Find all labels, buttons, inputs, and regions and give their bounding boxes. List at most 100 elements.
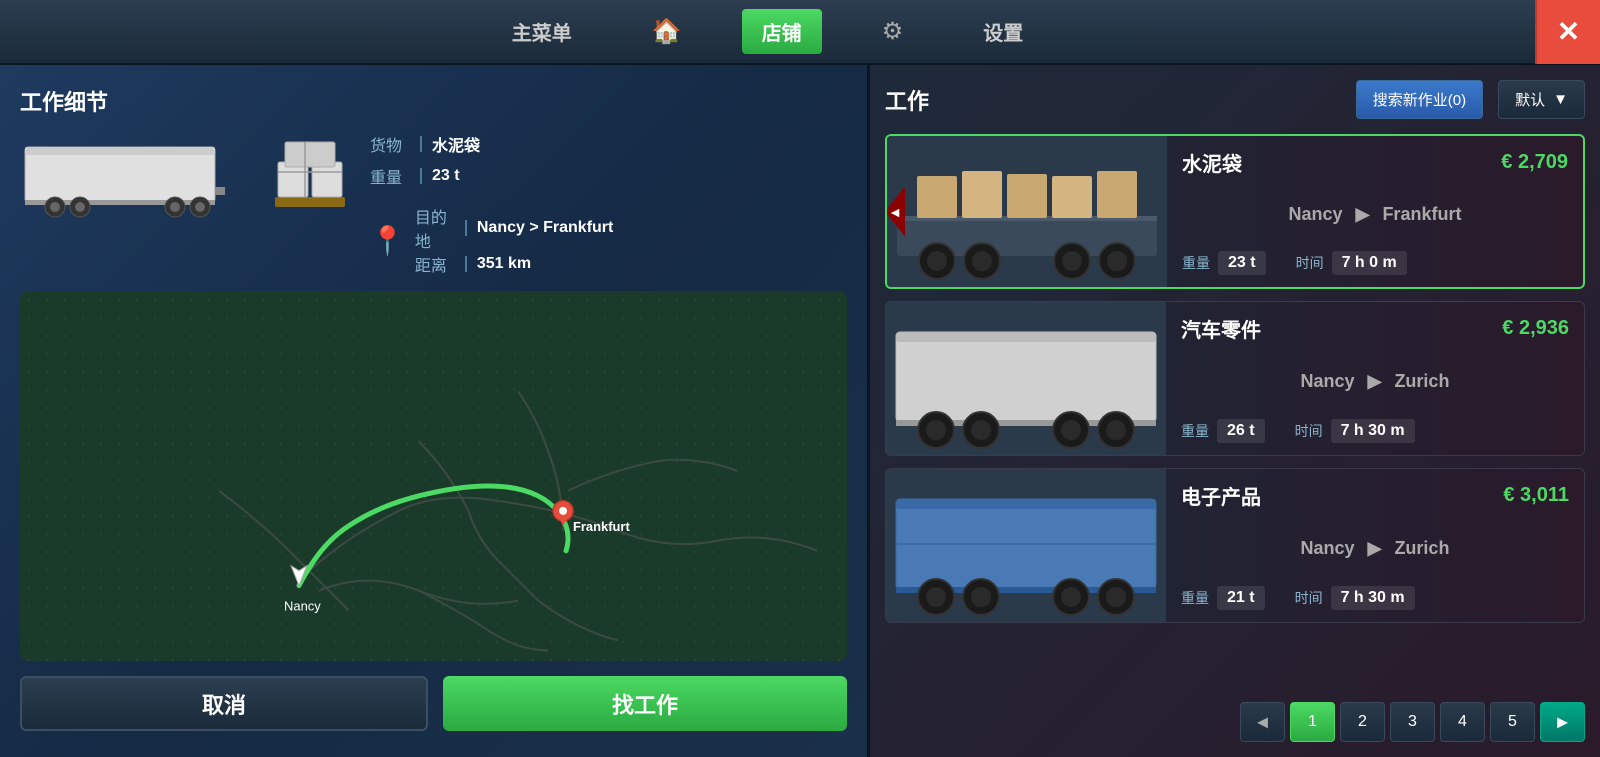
dist-label: 距离 <box>415 252 455 276</box>
job-from-1: Nancy <box>1289 204 1343 224</box>
nav-main-menu[interactable]: 主菜单 <box>492 9 592 54</box>
job-card-3[interactable]: 电子产品 € 3,011 Nancy ▶ Zurich 重量 21 t <box>885 468 1585 623</box>
job-image-2 <box>886 302 1166 455</box>
cargo-label: 货物 <box>370 132 410 156</box>
job-price-1: € 2,709 <box>1501 151 1568 174</box>
job-info-3: 电子产品 € 3,011 Nancy ▶ Zurich 重量 21 t <box>1166 469 1584 622</box>
sort-label: 默认 <box>1515 89 1545 110</box>
job-top-row-2: 汽车零件 € 2,936 <box>1181 314 1569 343</box>
truck-preview <box>20 132 250 222</box>
left-panel-title: 工作细节 <box>20 85 847 117</box>
time-stat-label-3: 时间 <box>1295 588 1323 608</box>
nav-settings-icon[interactable]: ⚙ <box>882 17 904 46</box>
location-icon: 📍 <box>370 224 405 257</box>
job-route-3: Nancy ▶ Zurich <box>1181 538 1569 559</box>
right-panel: 工作 搜索新作业(0) 默认 ▼ ◄ <box>870 65 1600 757</box>
dest-label: 目的地 <box>415 204 455 252</box>
job-stats-3: 重量 21 t 时间 7 h 30 m <box>1181 586 1569 610</box>
cargo-value: 水泥袋 <box>432 132 480 156</box>
job-from-3: Nancy <box>1301 538 1355 558</box>
distance-row: 距离 351 km <box>415 252 613 276</box>
job-cargo-name-2: 汽车零件 <box>1181 314 1261 343</box>
job-card-2[interactable]: 汽车零件 € 2,936 Nancy ▶ Zurich 重量 26 t <box>885 301 1585 456</box>
job-to-3: Zurich <box>1394 538 1449 558</box>
main-content: 工作细节 <box>0 65 1600 757</box>
page-2-button[interactable]: 2 <box>1340 702 1385 742</box>
job-info-2: 汽车零件 € 2,936 Nancy ▶ Zurich 重量 26 t <box>1166 302 1584 455</box>
destination-details: 目的地 Nancy > Frankfurt 距离 351 km <box>415 204 613 276</box>
weight-stat-label-2: 重量 <box>1181 421 1209 441</box>
cargo-row: 货物 水泥袋 <box>370 132 847 156</box>
bottom-buttons: 取消 找工作 <box>20 676 847 731</box>
weight-stat-label-1: 重量 <box>1182 253 1210 273</box>
job-image-1 <box>887 136 1167 287</box>
job-image-3 <box>886 469 1166 622</box>
time-stat-value-1: 7 h 0 m <box>1332 251 1407 275</box>
job-info-1: 水泥袋 € 2,709 Nancy ▶ Frankfurt 重量 23 t <box>1167 136 1583 287</box>
route-map: Frankfurt Nancy <box>20 291 847 661</box>
job-price-3: € 3,011 <box>1503 484 1569 507</box>
job-to-1: Frankfurt <box>1382 204 1461 224</box>
close-button[interactable]: ✕ <box>1535 0 1600 64</box>
job-stats-1: 重量 23 t 时间 7 h 0 m <box>1182 251 1568 275</box>
nav-items: 主菜单 🏠 店铺 ⚙ 设置 <box>0 9 1535 54</box>
job-price-2: € 2,936 <box>1502 317 1569 340</box>
job-stats-2: 重量 26 t 时间 7 h 30 m <box>1181 419 1569 443</box>
job-cards-container: ◄ <box>885 134 1585 692</box>
svg-text:Nancy: Nancy <box>284 599 321 614</box>
page-1-button[interactable]: 1 <box>1290 702 1335 742</box>
cargo-info-section: 货物 水泥袋 重量 23 t 📍 目的地 Nan <box>20 132 847 276</box>
job-route-1: Nancy ▶ Frankfurt <box>1182 204 1568 225</box>
route-arrow-2: ▶ <box>1368 371 1382 391</box>
nav-home-icon[interactable]: 🏠 <box>652 17 682 46</box>
nav-settings[interactable]: 设置 <box>963 9 1043 54</box>
job-card-1[interactable]: ◄ <box>885 134 1585 289</box>
separator3 <box>465 220 467 236</box>
sort-dropdown-icon: ▼ <box>1553 91 1568 108</box>
weight-row: 重量 23 t <box>370 164 847 188</box>
weight-stat-label-3: 重量 <box>1181 588 1209 608</box>
weight-label: 重量 <box>370 164 410 188</box>
route-arrow-3: ▶ <box>1368 538 1382 558</box>
time-stat-value-2: 7 h 30 m <box>1331 419 1415 443</box>
nav-shop[interactable]: 店铺 <box>742 9 822 54</box>
separator <box>420 136 422 152</box>
left-panel: 工作细节 <box>0 65 870 757</box>
job-top-row-3: 电子产品 € 3,011 <box>1181 481 1569 510</box>
page-4-button[interactable]: 4 <box>1440 702 1485 742</box>
dist-value: 351 km <box>477 255 531 273</box>
job-route-2: Nancy ▶ Zurich <box>1181 371 1569 392</box>
time-stat-2: 时间 7 h 30 m <box>1295 419 1415 443</box>
page-5-button[interactable]: 5 <box>1490 702 1535 742</box>
dest-value: Nancy > Frankfurt <box>477 219 613 237</box>
job-from-2: Nancy <box>1301 371 1355 391</box>
svg-text:Frankfurt: Frankfurt <box>573 519 630 534</box>
weight-stat-1: 重量 23 t <box>1182 251 1266 275</box>
right-header: 工作 搜索新作业(0) 默认 ▼ <box>885 80 1585 119</box>
next-page-button[interactable]: ► <box>1540 702 1585 742</box>
separator4 <box>465 256 467 272</box>
prev-page-button[interactable]: ◄ <box>1240 702 1285 742</box>
map-svg: Frankfurt Nancy <box>20 291 847 661</box>
page-3-button[interactable]: 3 <box>1390 702 1435 742</box>
weight-stat-2: 重量 26 t <box>1181 419 1265 443</box>
weight-stat-value-2: 26 t <box>1217 419 1265 443</box>
search-new-jobs-button[interactable]: 搜索新作业(0) <box>1356 80 1483 119</box>
cargo-icon <box>270 132 350 212</box>
destination-row: 目的地 Nancy > Frankfurt <box>415 204 613 252</box>
find-job-button[interactable]: 找工作 <box>443 676 847 731</box>
time-stat-label-1: 时间 <box>1296 253 1324 273</box>
time-stat-label-2: 时间 <box>1295 421 1323 441</box>
time-stat-value-3: 7 h 30 m <box>1331 586 1415 610</box>
job-to-2: Zurich <box>1394 371 1449 391</box>
weight-stat-value-1: 23 t <box>1218 251 1266 275</box>
time-stat-1: 时间 7 h 0 m <box>1296 251 1407 275</box>
job-cargo-name-1: 水泥袋 <box>1182 148 1242 177</box>
sort-button[interactable]: 默认 ▼ <box>1498 80 1585 119</box>
job-cargo-name-3: 电子产品 <box>1181 481 1261 510</box>
destination-section: 📍 目的地 Nancy > Frankfurt 距离 351 km <box>370 204 847 276</box>
cargo-details: 货物 水泥袋 重量 23 t 📍 目的地 Nan <box>370 132 847 276</box>
cancel-button[interactable]: 取消 <box>20 676 428 731</box>
separator2 <box>420 168 422 184</box>
weight-stat-3: 重量 21 t <box>1181 586 1265 610</box>
